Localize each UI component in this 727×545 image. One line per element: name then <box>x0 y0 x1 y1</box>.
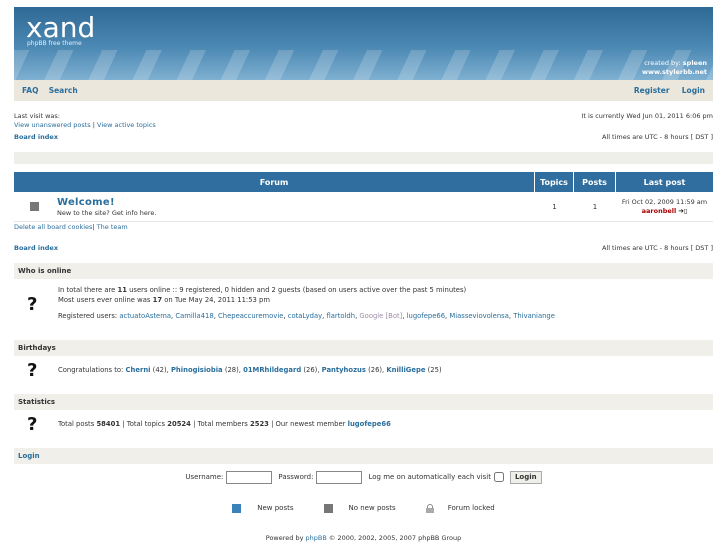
site-header: xand phpBB free theme created by: spleen… <box>14 7 713 80</box>
login-button[interactable]: Login <box>509 470 542 484</box>
birthdays-section: ? Congratulations to: Cherni (42), Phino… <box>14 358 713 384</box>
birthday-user-link[interactable]: Cherni <box>126 366 151 374</box>
birthday-user-link[interactable]: 01MRhildegard <box>243 366 301 374</box>
online-total: In total there are 11 users online :: 9 … <box>58 286 467 294</box>
divider-bar <box>14 152 713 164</box>
user-link[interactable]: Chepeaccuremovie <box>218 312 283 320</box>
user-link[interactable]: actuatoAstema <box>119 312 171 320</box>
board-tools: Delete all board cookies| The team <box>14 223 128 232</box>
unanswered-posts-link[interactable]: View unanswered posts <box>14 121 91 129</box>
legend-new-posts: New posts <box>257 504 294 512</box>
active-topics-link[interactable]: View active topics <box>97 121 156 129</box>
credits-prefix: created by: <box>644 59 681 67</box>
legend: New posts No new posts Forum locked <box>14 500 713 516</box>
header-posts: Posts <box>574 172 616 192</box>
separator: | <box>92 223 95 231</box>
forum-title-link[interactable]: Welcome! <box>57 197 156 208</box>
credits-author: spleen <box>682 59 707 67</box>
login-link[interactable]: Login <box>682 86 705 95</box>
timezone-text: All times are UTC - 8 hours [ DST ] <box>601 133 713 141</box>
header-last-post: Last post <box>643 177 686 187</box>
whois-icon: ? <box>27 294 38 315</box>
statistics-text: Total posts 58401 | Total topics 20524 |… <box>58 420 391 428</box>
current-time: It is currently Wed Jun 01, 2011 6:06 pm <box>581 112 713 120</box>
forum-row: Welcome! New to the site? Get info here.… <box>14 192 713 222</box>
legend-forum-locked: Forum locked <box>447 504 495 512</box>
forum-topics-count: 1 <box>552 202 557 211</box>
forum-table: Forum Topics Posts Last post Welcome! Ne… <box>14 172 713 222</box>
user-link[interactable]: Miasseviovolensa <box>449 312 509 320</box>
team-link[interactable]: The team <box>97 223 128 231</box>
legend-no-new-posts: No new posts <box>348 504 396 512</box>
birthdays-heading: Birthdays <box>14 340 713 356</box>
user-link[interactable]: lugofepe66 <box>407 312 445 320</box>
timezone-text-bottom: All times are UTC - 8 hours [ DST ] <box>601 244 713 252</box>
statistics-heading: Statistics <box>14 394 713 410</box>
birthday-user-link[interactable]: KnilliGepe <box>386 366 425 374</box>
statistics-section: ? Total posts 58401 | Total topics 20524… <box>14 412 713 438</box>
credits-site[interactable]: www.stylerbb.net <box>642 68 707 76</box>
board-index-link[interactable]: Board index <box>14 133 58 142</box>
register-link[interactable]: Register <box>634 86 670 95</box>
user-link[interactable]: cotaLyday <box>288 312 322 320</box>
newest-member-link[interactable]: lugofepe66 <box>348 420 391 428</box>
bot-user-link[interactable]: Google [Bot] <box>359 312 402 320</box>
birthday-user-link[interactable]: Pantyhozus <box>322 366 366 374</box>
header-topics: Topics <box>535 172 574 192</box>
user-link[interactable]: Thivaniange <box>513 312 555 320</box>
password-field[interactable] <box>316 470 363 484</box>
nav-bar: FAQ Search Register Login <box>14 80 713 101</box>
online-record: Most users ever online was 17 on Tue May… <box>58 296 270 304</box>
user-link[interactable]: Camilla418 <box>175 312 213 320</box>
last-visit-text: Last visit was: <box>14 112 60 120</box>
footer: Powered by phpBB © 2000, 2002, 2005, 200… <box>265 534 462 542</box>
autologin-checkbox[interactable] <box>493 472 504 482</box>
view-latest-post-icon[interactable]: ➔▯ <box>678 207 687 215</box>
who-is-online-heading: Who is online <box>14 263 713 279</box>
header-forum: Forum <box>14 172 535 192</box>
password-label: Password: <box>278 473 314 481</box>
who-is-online-section: ? In total there are 11 users online :: … <box>14 281 713 333</box>
no-new-posts-legend-icon <box>323 503 333 513</box>
forum-table-header: Forum Topics Posts Last post <box>14 172 713 192</box>
last-post-author-link[interactable]: aaronbell <box>642 207 677 215</box>
delete-cookies-link[interactable]: Delete all board cookies <box>14 223 92 231</box>
autologin-label: Log me on automatically each visit <box>368 473 491 481</box>
forum-description: New to the site? Get info here. <box>57 208 157 217</box>
new-posts-icon <box>232 503 242 513</box>
birthday-icon: ? <box>27 360 38 381</box>
login-form: Username: Password: Log me on automatica… <box>14 466 713 488</box>
site-tagline: phpBB free theme <box>27 40 82 47</box>
last-post-date: Fri Oct 02, 2009 11:59 am <box>621 197 708 206</box>
separator: | <box>92 121 95 129</box>
lock-icon <box>425 503 434 513</box>
birthday-user-link[interactable]: Phinogisiobia <box>171 366 223 374</box>
statistics-icon: ? <box>27 414 38 435</box>
visit-info: Last visit was: View unanswered posts | … <box>14 112 156 130</box>
login-heading[interactable]: Login <box>14 448 713 464</box>
username-field[interactable] <box>226 470 273 484</box>
header-stripes <box>14 50 713 80</box>
board-index-link-bottom[interactable]: Board index <box>14 244 58 253</box>
birthday-list: Congratulations to: Cherni (42), Phinogi… <box>58 366 442 374</box>
theme-credits: created by: spleen www.stylerbb.net <box>642 59 707 77</box>
search-link[interactable]: Search <box>49 86 78 95</box>
user-link[interactable]: flartoldh <box>326 312 355 320</box>
registered-users-list: Registered users: actuatoAstema, Camilla… <box>58 312 555 320</box>
forum-posts-count: 1 <box>592 202 598 211</box>
no-new-posts-icon <box>30 202 39 211</box>
phpbb-link[interactable]: phpBB <box>306 534 327 542</box>
faq-link[interactable]: FAQ <box>22 86 38 95</box>
username-label: Username: <box>185 473 224 481</box>
